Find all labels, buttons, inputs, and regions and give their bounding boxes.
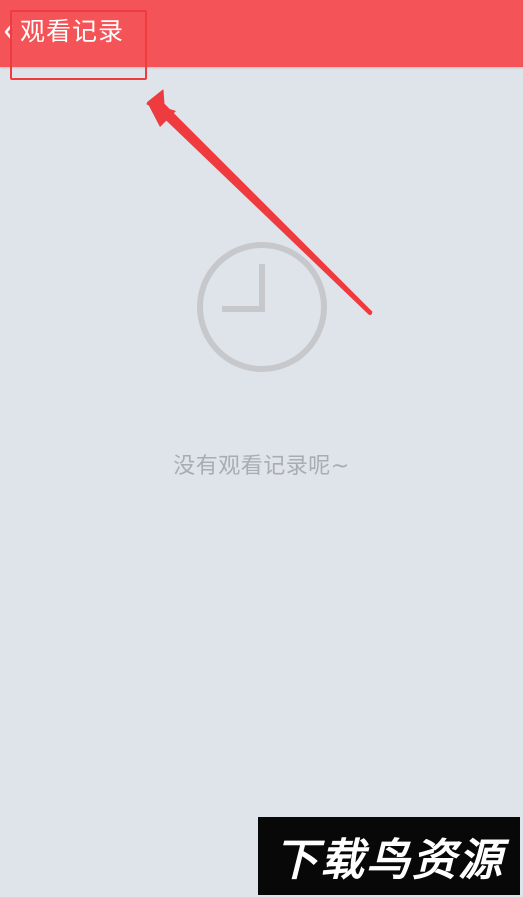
chevron-left-icon: [4, 24, 13, 40]
clock-icon: [196, 242, 327, 372]
watermark: 下载鸟资源: [258, 817, 520, 895]
back-button[interactable]: [0, 14, 16, 50]
empty-state: 没有观看记录呢~: [0, 240, 523, 481]
page-title: 观看记录: [20, 17, 125, 46]
app-header: 观看记录: [0, 0, 523, 67]
watermark-logo-text: 下载鸟资源: [274, 835, 504, 886]
empty-state-message: 没有观看记录呢~: [173, 454, 350, 479]
